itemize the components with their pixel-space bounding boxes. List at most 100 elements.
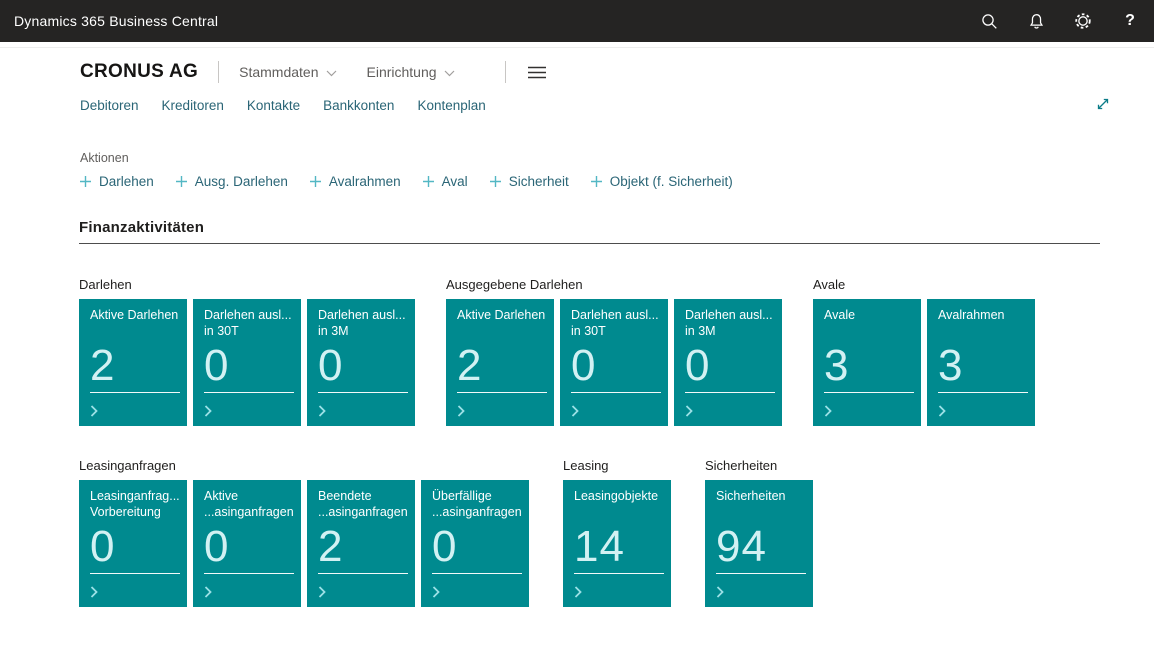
cue-tile-aktive-darlehen[interactable]: Aktive Darlehen 2 bbox=[79, 299, 187, 426]
help-icon[interactable]: ? bbox=[1121, 12, 1139, 30]
plus-icon bbox=[422, 175, 435, 188]
tile-value: 0 bbox=[571, 344, 661, 388]
cue-tile-leasinganfragen-vorbereitung[interactable]: Leasinganfrag... Vorbereitung 0 bbox=[79, 480, 187, 607]
tile-value: 2 bbox=[457, 344, 547, 388]
group-label: Ausgegebene Darlehen bbox=[446, 277, 782, 292]
expand-icon[interactable] bbox=[1095, 96, 1111, 117]
chevron-right-icon bbox=[574, 586, 582, 598]
tile-divider bbox=[90, 573, 180, 574]
section-title: Finanzaktivitäten bbox=[79, 219, 1154, 236]
cue-tile-ausg-darlehen-ausl-30t[interactable]: Darlehen ausl... in 30T 0 bbox=[560, 299, 668, 426]
action-objekt-sicherheit[interactable]: Objekt (f. Sicherheit) bbox=[590, 174, 733, 189]
chevron-right-icon bbox=[432, 586, 440, 598]
action-avalrahmen[interactable]: Avalrahmen bbox=[309, 174, 401, 189]
notifications-icon[interactable] bbox=[1027, 12, 1045, 30]
cue-tile-sicherheiten[interactable]: Sicherheiten 94 bbox=[705, 480, 813, 607]
settings-icon[interactable] bbox=[1074, 12, 1092, 30]
header: CRONUS AG Stammdaten Einrichtung bbox=[80, 58, 1154, 86]
chevron-right-icon bbox=[318, 405, 326, 417]
chevron-down-icon bbox=[444, 64, 455, 80]
tile-value: 0 bbox=[204, 525, 294, 569]
chevron-right-icon bbox=[824, 405, 832, 417]
tile-divider bbox=[685, 392, 775, 393]
tile-value: 0 bbox=[318, 344, 408, 388]
tile-value: 0 bbox=[432, 525, 522, 569]
tile-title: Darlehen ausl... in 30T bbox=[571, 308, 661, 341]
group-label: Darlehen bbox=[79, 277, 415, 292]
nav-bar: Debitoren Kreditoren Kontakte Bankkonten… bbox=[80, 98, 1154, 113]
action-label: Darlehen bbox=[99, 174, 154, 189]
tile-title: Leasinganfrag... Vorbereitung bbox=[90, 489, 180, 522]
section-divider bbox=[79, 243, 1100, 244]
tile-divider bbox=[432, 573, 522, 574]
chevron-right-icon bbox=[90, 586, 98, 598]
tile-title: Darlehen ausl... in 30T bbox=[204, 308, 294, 341]
chevron-down-icon bbox=[326, 64, 337, 80]
tile-divider bbox=[204, 392, 294, 393]
chevron-right-icon bbox=[318, 586, 326, 598]
action-aval[interactable]: Aval bbox=[422, 174, 468, 189]
plus-icon bbox=[590, 175, 603, 188]
cue-tile-aktive-leasinganfragen[interactable]: Aktive ...asinganfragen 0 bbox=[193, 480, 301, 607]
cue-group-ausgegebene-darlehen: Ausgegebene Darlehen Aktive Darlehen 2 D… bbox=[446, 277, 782, 426]
tile-value: 0 bbox=[685, 344, 775, 388]
action-darlehen[interactable]: Darlehen bbox=[79, 174, 154, 189]
plus-icon bbox=[309, 175, 322, 188]
topbar-icons: ? bbox=[980, 12, 1139, 30]
plus-icon bbox=[489, 175, 502, 188]
action-label: Ausg. Darlehen bbox=[195, 174, 288, 189]
cues-row-2: Leasinganfragen Leasinganfrag... Vorbere… bbox=[79, 458, 1154, 607]
group-label: Avale bbox=[813, 277, 1035, 292]
group-label: Sicherheiten bbox=[705, 458, 813, 473]
action-label: Objekt (f. Sicherheit) bbox=[610, 174, 733, 189]
cue-tile-avalrahmen[interactable]: Avalrahmen 3 bbox=[927, 299, 1035, 426]
cues-row-1: Darlehen Aktive Darlehen 2 Darlehen ausl… bbox=[79, 277, 1154, 426]
company-name[interactable]: CRONUS AG bbox=[80, 61, 198, 83]
nav-kreditoren[interactable]: Kreditoren bbox=[162, 98, 224, 113]
tile-title: Leasingobjekte bbox=[574, 489, 664, 522]
chevron-right-icon bbox=[938, 405, 946, 417]
tile-title: Beendete ...asinganfragen bbox=[318, 489, 408, 522]
menu-icon[interactable] bbox=[528, 66, 546, 79]
tile-title: Aktive ...asinganfragen bbox=[204, 489, 294, 522]
cue-tile-ausg-aktive-darlehen[interactable]: Aktive Darlehen 2 bbox=[446, 299, 554, 426]
menu-label: Einrichtung bbox=[367, 64, 437, 80]
tile-divider bbox=[204, 573, 294, 574]
cue-group-leasinganfragen: Leasinganfragen Leasinganfrag... Vorbere… bbox=[79, 458, 529, 607]
tile-title: Überfällige ...asinganfragen bbox=[432, 489, 522, 522]
cue-tile-beendete-leasinganfragen[interactable]: Beendete ...asinganfragen 2 bbox=[307, 480, 415, 607]
tile-divider bbox=[574, 573, 664, 574]
tile-title: Aktive Darlehen bbox=[90, 308, 180, 341]
tile-title: Aktive Darlehen bbox=[457, 308, 547, 341]
cue-tile-darlehen-ausl-3m[interactable]: Darlehen ausl... in 3M 0 bbox=[307, 299, 415, 426]
nav-debitoren[interactable]: Debitoren bbox=[80, 98, 139, 113]
group-label: Leasinganfragen bbox=[79, 458, 529, 473]
tile-divider bbox=[571, 392, 661, 393]
tile-divider bbox=[318, 392, 408, 393]
chevron-right-icon bbox=[685, 405, 693, 417]
cue-tile-darlehen-ausl-30t[interactable]: Darlehen ausl... in 30T 0 bbox=[193, 299, 301, 426]
menu-einrichtung[interactable]: Einrichtung bbox=[367, 64, 455, 80]
search-icon[interactable] bbox=[980, 12, 998, 30]
cue-tile-leasingobjekte[interactable]: Leasingobjekte 14 bbox=[563, 480, 671, 607]
cue-tile-ausg-darlehen-ausl-3m[interactable]: Darlehen ausl... in 3M 0 bbox=[674, 299, 782, 426]
tile-title: Darlehen ausl... in 3M bbox=[318, 308, 408, 341]
chevron-right-icon bbox=[90, 405, 98, 417]
plus-icon bbox=[175, 175, 188, 188]
tile-value: 0 bbox=[204, 344, 294, 388]
nav-kontenplan[interactable]: Kontenplan bbox=[417, 98, 485, 113]
tile-divider bbox=[938, 392, 1028, 393]
action-label: Sicherheit bbox=[509, 174, 569, 189]
nav-kontakte[interactable]: Kontakte bbox=[247, 98, 300, 113]
cue-tile-avale[interactable]: Avale 3 bbox=[813, 299, 921, 426]
action-sicherheit[interactable]: Sicherheit bbox=[489, 174, 569, 189]
header-divider bbox=[0, 42, 1154, 48]
action-ausg-darlehen[interactable]: Ausg. Darlehen bbox=[175, 174, 288, 189]
cue-tile-ueberfaellige-leasinganfragen[interactable]: Überfällige ...asinganfragen 0 bbox=[421, 480, 529, 607]
tile-divider bbox=[90, 392, 180, 393]
menu-stammdaten[interactable]: Stammdaten bbox=[239, 64, 336, 80]
nav-bankkonten[interactable]: Bankkonten bbox=[323, 98, 394, 113]
chevron-right-icon bbox=[204, 405, 212, 417]
tile-divider bbox=[824, 392, 914, 393]
actions-bar: Darlehen Ausg. Darlehen Avalrahmen Aval … bbox=[79, 174, 1154, 189]
